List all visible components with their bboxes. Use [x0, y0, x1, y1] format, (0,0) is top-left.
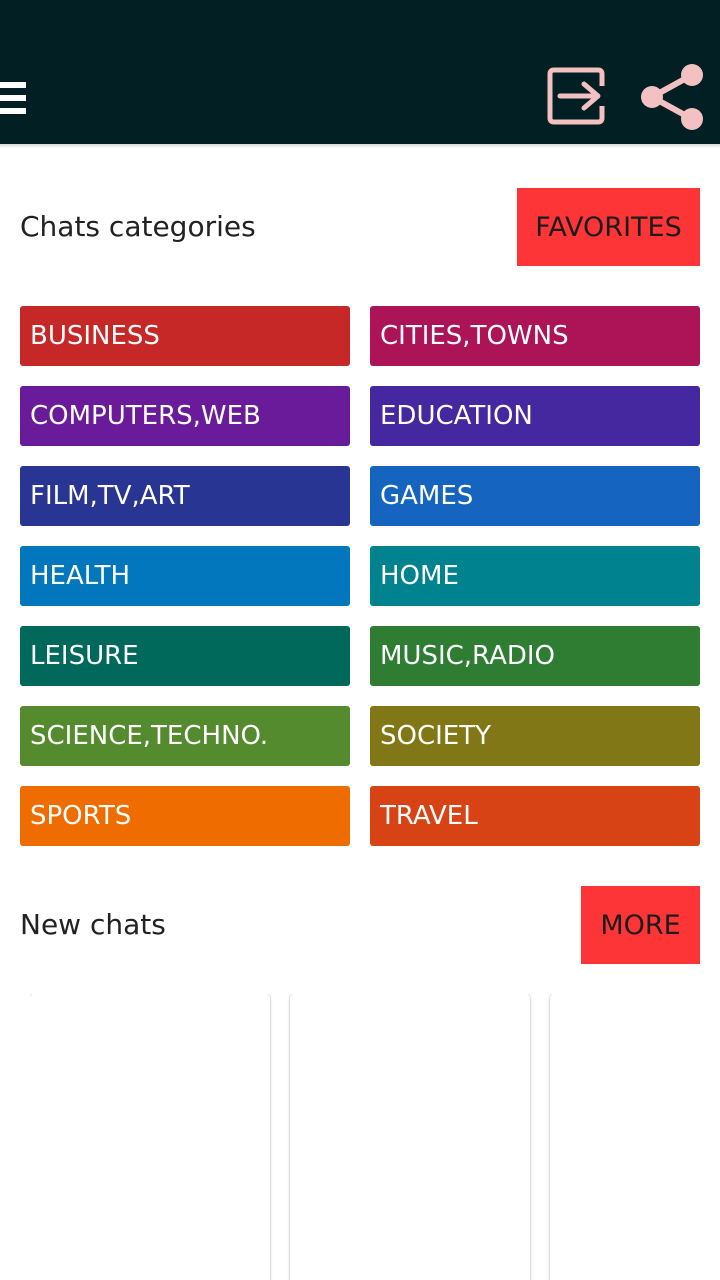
menu-icon[interactable] — [0, 78, 26, 118]
app-bar-shadow — [0, 144, 720, 148]
category-button-travel[interactable]: TRAVEL — [370, 786, 700, 846]
chat-card[interactable] — [30, 994, 270, 1280]
category-button-sports[interactable]: SPORTS — [20, 786, 350, 846]
category-button-computers-web[interactable]: COMPUTERS,WEB — [20, 386, 350, 446]
category-button-business[interactable]: BUSINESS — [20, 306, 350, 366]
category-button-leisure[interactable]: LEISURE — [20, 626, 350, 686]
category-button-education[interactable]: EDUCATION — [370, 386, 700, 446]
category-button-film-tv-art[interactable]: FILM,TV,ART — [20, 466, 350, 526]
favorites-button[interactable]: FAVORITES — [517, 188, 700, 266]
category-button-cities-towns[interactable]: CITIES,TOWNS — [370, 306, 700, 366]
category-button-society[interactable]: SOCIETY — [370, 706, 700, 766]
category-button-music-radio[interactable]: MUSIC,RADIO — [370, 626, 700, 686]
exit-icon[interactable] — [544, 64, 608, 128]
new-chats-title: New chats — [20, 908, 166, 941]
categories-grid: BUSINESS CITIES,TOWNS COMPUTERS,WEB EDUCATI… — [20, 306, 700, 846]
share-icon[interactable] — [636, 60, 710, 134]
category-button-science-techno[interactable]: SCIENCE,TECHNO. — [20, 706, 350, 766]
more-button[interactable]: MORE — [581, 886, 700, 964]
new-chats-carousel — [30, 994, 720, 1280]
category-button-games[interactable]: GAMES — [370, 466, 700, 526]
chat-card[interactable] — [290, 994, 530, 1280]
categories-title: Chats categories — [20, 210, 256, 243]
category-button-health[interactable]: HEALTH — [20, 546, 350, 606]
chat-card[interactable] — [550, 994, 720, 1280]
app-bar — [0, 0, 720, 144]
category-button-home[interactable]: HOME — [370, 546, 700, 606]
